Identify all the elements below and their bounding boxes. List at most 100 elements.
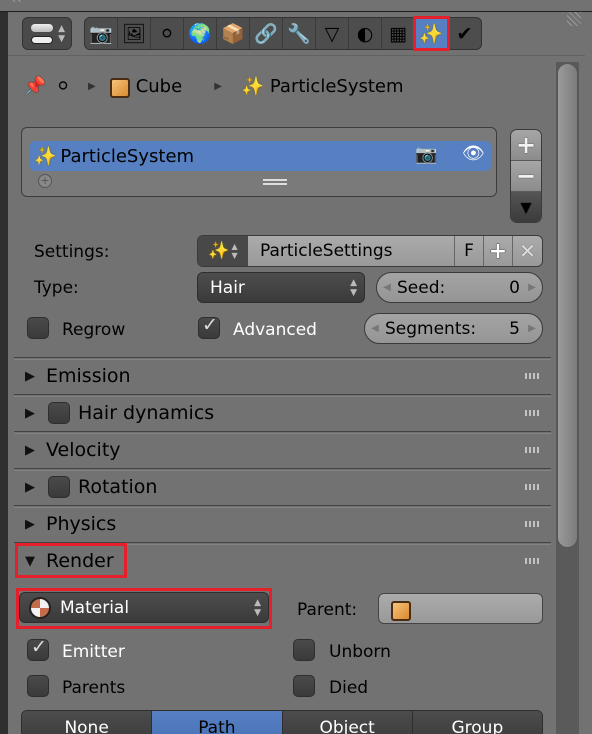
decrement-arrow-icon[interactable]: ◀	[365, 323, 385, 334]
disclosure-triangle-down-icon[interactable]: ▼	[14, 554, 46, 569]
panel-title[interactable]: Velocity	[46, 439, 121, 461]
panel-velocity[interactable]: ▶ Velocity	[14, 431, 551, 468]
panel-title[interactable]: Render	[46, 550, 114, 572]
specials-menu-button[interactable]: ▼	[511, 192, 541, 222]
emitter-label: Emitter	[62, 642, 125, 662]
disclosure-triangle-right-icon[interactable]: ▶	[14, 406, 46, 421]
tab-material[interactable]: ◐	[349, 18, 382, 49]
tab-data[interactable]: ▽	[316, 18, 349, 49]
breadcrumb-particle-system: ParticleSystem	[269, 75, 404, 97]
panel-emission[interactable]: ▶ Emission	[14, 357, 551, 394]
material-sphere-icon	[29, 596, 51, 619]
area-corner-hatch[interactable]	[567, 12, 581, 26]
editor-type-icon	[31, 24, 53, 32]
pin-icon[interactable]: 📌	[22, 73, 48, 99]
tab-modifiers[interactable]: 🔧	[283, 18, 316, 49]
parents-label: Parents	[62, 678, 126, 698]
tab-texture[interactable]: ▦	[382, 18, 415, 49]
increment-arrow-icon[interactable]: ▶	[522, 282, 542, 293]
object-cube-icon: 📦	[221, 23, 245, 45]
parent-label: Parent:	[297, 600, 358, 620]
panel-drag-grip-icon[interactable]	[525, 373, 539, 379]
tab-object[interactable]: 📦	[217, 18, 250, 49]
eye-visibility-icon[interactable]: 👁	[462, 143, 485, 164]
breadcrumb-separator-icon: ▶	[88, 80, 96, 92]
panel-drag-grip-icon[interactable]	[525, 558, 539, 564]
disclosure-triangle-right-icon[interactable]: ▶	[14, 480, 46, 495]
type-value: Hair	[210, 277, 245, 298]
panel-title[interactable]: Emission	[46, 365, 131, 387]
disclosure-triangle-right-icon[interactable]: ▶	[14, 369, 46, 384]
list-filter-expand-icon[interactable]: +	[38, 174, 52, 188]
parents-checkbox[interactable]	[27, 675, 49, 697]
panel-rotation[interactable]: ▶ Rotation	[14, 468, 551, 505]
disclosure-triangle-right-icon[interactable]: ▶	[14, 443, 46, 458]
tab-constraints[interactable]: 🔗	[250, 18, 283, 49]
new-settings-button[interactable]: +	[484, 236, 513, 266]
unlink-settings-button[interactable]: ✕	[513, 236, 542, 266]
up-down-arrows-icon: ▲ ▼	[350, 278, 357, 298]
up-down-arrows-icon: ▲ ▼	[231, 242, 238, 260]
area-corner-hatch[interactable]	[10, 0, 24, 2]
add-particle-system-button[interactable]: +	[511, 130, 541, 161]
scrollbar-thumb[interactable]	[557, 63, 578, 548]
object-cube-icon	[389, 599, 411, 621]
panel-render[interactable]: ▼ Render	[14, 542, 551, 579]
panel-title[interactable]: Physics	[46, 513, 116, 535]
panel-enable-checkbox[interactable]	[48, 476, 70, 498]
settings-name-input[interactable]: ParticleSettings	[248, 236, 455, 266]
advanced-checkbox[interactable]	[198, 314, 220, 339]
panel-drag-grip-icon[interactable]	[525, 521, 539, 527]
settings-label: Settings:	[34, 242, 110, 262]
panel-hair-dynamics[interactable]: ▶ Hair dynamics	[14, 394, 551, 431]
emitter-checkbox[interactable]	[27, 636, 49, 661]
render-as-object[interactable]: Object	[282, 711, 413, 734]
plus-icon: +	[488, 238, 508, 264]
render-as-dropdown[interactable]: Material ▲ ▼	[19, 592, 269, 623]
up-down-arrows-icon: ▲ ▼	[58, 24, 65, 44]
render-layers-icon: 🖼	[121, 23, 147, 45]
panel-physics[interactable]: ▶ Physics	[14, 505, 551, 542]
list-item-name[interactable]: ParticleSystem	[60, 146, 194, 167]
type-dropdown[interactable]: Hair ▲ ▼	[197, 272, 365, 303]
panel-title[interactable]: Hair dynamics	[78, 402, 214, 424]
list-resize-grip[interactable]	[263, 179, 287, 185]
particles-sparkle-icon: ✨	[34, 145, 57, 167]
increment-arrow-icon[interactable]: ▶	[522, 323, 542, 334]
object-cube-icon	[108, 76, 130, 98]
unborn-label: Unborn	[329, 642, 391, 662]
browse-settings-button[interactable]: ✨ ▲ ▼	[198, 236, 248, 266]
render-as-path[interactable]: Path	[152, 711, 283, 734]
parent-object-field[interactable]	[378, 593, 543, 624]
regrow-checkbox[interactable]	[27, 317, 49, 339]
seed-label: Seed:	[397, 277, 446, 298]
tab-scene[interactable]: ⚪	[151, 18, 184, 49]
tab-physics[interactable]: ✔	[448, 18, 481, 49]
camera-render-toggle-icon[interactable]: 📷	[415, 144, 437, 165]
tab-render[interactable]: 📷	[85, 18, 118, 49]
fake-user-button[interactable]: F	[455, 236, 484, 266]
list-item[interactable]: ✨ ParticleSystem 📷 👁	[30, 141, 491, 171]
breadcrumb: 📌 ⚪ ▶ Cube ▶ ✨ ParticleSystem	[22, 70, 404, 102]
decrement-arrow-icon[interactable]: ◀	[377, 282, 397, 293]
remove-particle-system-button[interactable]: −	[511, 161, 541, 192]
render-as-group[interactable]: Group	[412, 711, 542, 734]
render-as-none[interactable]: None	[22, 711, 153, 734]
tab-render-layers[interactable]: 🖼	[118, 18, 151, 49]
panel-title[interactable]: Rotation	[78, 476, 157, 498]
panel-drag-grip-icon[interactable]	[525, 484, 539, 490]
seed-field[interactable]: ◀ Seed: 0 ▶	[376, 272, 543, 303]
tab-world[interactable]: 🌍	[184, 18, 217, 49]
panel-enable-checkbox[interactable]	[48, 402, 70, 424]
segments-field[interactable]: ◀ Segments: 5 ▶	[364, 313, 543, 344]
close-x-icon: ✕	[519, 239, 536, 263]
died-checkbox[interactable]	[293, 675, 315, 697]
editor-type-selector[interactable]: ▲ ▼	[22, 17, 72, 50]
unborn-checkbox[interactable]	[293, 639, 315, 661]
tab-particles[interactable]: ✨	[413, 16, 450, 51]
panel-drag-grip-icon[interactable]	[525, 447, 539, 453]
advanced-label: Advanced	[233, 320, 317, 340]
scene-icon: ⚪	[55, 75, 71, 97]
panel-drag-grip-icon[interactable]	[525, 410, 539, 416]
disclosure-triangle-right-icon[interactable]: ▶	[14, 517, 46, 532]
